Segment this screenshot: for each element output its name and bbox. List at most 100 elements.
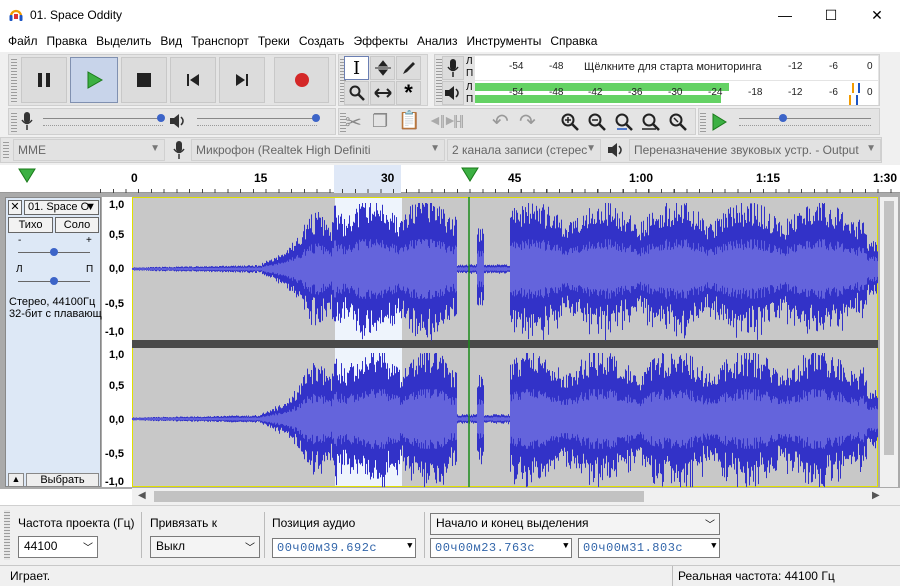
vertical-scrollbar[interactable]: [880, 197, 898, 487]
menu-tools[interactable]: Инструменты: [463, 30, 547, 52]
menu-generate[interactable]: Создать: [295, 30, 350, 52]
play-right-label: П: [466, 94, 474, 105]
menu-select[interactable]: Выделить: [92, 30, 156, 52]
redo-icon[interactable]: ↷: [519, 109, 536, 134]
menu-tracks[interactable]: Треки: [254, 30, 295, 52]
scale-label: 0,0: [109, 414, 125, 426]
playback-device-select[interactable]: Переназначение звуковых устр. - Output ▼: [629, 139, 881, 161]
track-menu-button[interactable]: 01. Space O ▼: [24, 200, 99, 215]
record-tick: -54: [509, 61, 524, 72]
recording-volume-slider[interactable]: [43, 118, 161, 119]
zoom-out-icon[interactable]: [588, 113, 606, 131]
record-meter[interactable]: -54 -48 Щёлкните для старта мониторинга …: [475, 56, 878, 80]
microphone-icon: [21, 112, 33, 130]
play-tick: -30: [668, 87, 683, 98]
menu-edit[interactable]: Правка: [43, 30, 93, 52]
zoom-in-icon[interactable]: [561, 113, 579, 131]
ruler-tick-label: 1:30: [873, 171, 898, 185]
menu-analyze[interactable]: Анализ: [413, 30, 463, 52]
toolbar-grip[interactable]: [3, 140, 9, 160]
play-button[interactable]: [70, 57, 118, 103]
scale-label: 0,0: [109, 263, 125, 275]
copy-icon[interactable]: ❐: [372, 111, 388, 132]
menu-help[interactable]: Справка: [546, 30, 602, 52]
stop-button[interactable]: [121, 57, 167, 103]
close-button[interactable]: ✕: [854, 0, 900, 30]
silence-icon[interactable]: ||-||: [453, 112, 464, 128]
scroll-left-icon[interactable]: ◀: [138, 490, 146, 501]
selection-start-field[interactable]: 00ч00м23.763с ▼: [430, 538, 572, 558]
menu-bar: Файл Правка Выделить Вид Транспорт Треки…: [0, 30, 900, 52]
toolbar-grip[interactable]: [700, 111, 706, 132]
draw-tool[interactable]: [396, 56, 421, 80]
select-track-button[interactable]: Выбрать: [26, 473, 99, 487]
mute-button[interactable]: Тихо: [8, 217, 53, 233]
play-speed-slider[interactable]: [739, 118, 871, 119]
toolbar-grip[interactable]: [11, 57, 17, 103]
fit-project-icon[interactable]: [642, 113, 660, 131]
zoom-tool[interactable]: [344, 81, 369, 105]
slider-ticks: [43, 123, 163, 126]
minimize-icon: —: [778, 7, 792, 23]
toolbar-grip[interactable]: [11, 111, 17, 132]
selection-tool[interactable]: I: [344, 56, 369, 80]
selection-mode-select[interactable]: Начало и конец выделения ﹀: [430, 513, 720, 535]
microphone-icon: [173, 141, 185, 159]
vertical-scale[interactable]: 1,0 0,5 0,0 -0,5 -1,0 1,0 0,5 0,0 -0,5 -…: [102, 197, 132, 488]
playback-volume-slider[interactable]: [197, 118, 315, 119]
scroll-right-icon[interactable]: ▶: [872, 490, 880, 501]
pause-button[interactable]: [21, 57, 67, 103]
playhead-marker-icon[interactable]: [461, 167, 479, 183]
menu-effects[interactable]: Эффекты: [349, 30, 413, 52]
pan-slider-thumb[interactable]: [50, 277, 58, 285]
maximize-button[interactable]: ☐: [808, 0, 854, 30]
recording-volume-thumb[interactable]: [157, 114, 165, 122]
horizontal-scroll-thumb[interactable]: [154, 491, 644, 502]
record-left-label: Л: [466, 56, 473, 67]
fit-selection-icon[interactable]: [615, 113, 633, 131]
envelope-tool[interactable]: [370, 56, 395, 80]
waveform-display[interactable]: [132, 197, 878, 487]
record-button[interactable]: [274, 57, 329, 103]
skip-end-button[interactable]: [219, 57, 265, 103]
timeshift-tool[interactable]: [370, 81, 395, 105]
timeline-ruler[interactable]: 0 15 30 45 1:00 1:15 1:30: [0, 165, 900, 193]
zoom-toggle-icon[interactable]: [669, 113, 687, 131]
vertical-scroll-thumb[interactable]: [884, 201, 894, 455]
snap-to-select[interactable]: Выкл ﹀: [150, 536, 260, 558]
gain-slider-thumb[interactable]: [50, 248, 58, 256]
menu-file[interactable]: Файл: [4, 30, 43, 52]
play-meter-button[interactable]: [442, 81, 464, 105]
track-close-button[interactable]: ✕: [8, 200, 22, 215]
play-speed-thumb[interactable]: [779, 114, 787, 122]
minimize-button[interactable]: —: [762, 0, 808, 30]
multi-tool[interactable]: *: [396, 81, 421, 105]
skip-start-button[interactable]: [170, 57, 216, 103]
play-tick: -36: [628, 87, 643, 98]
horizontal-scrollbar[interactable]: ◀ ▶: [132, 488, 900, 505]
undo-icon[interactable]: ↶: [492, 109, 509, 134]
stop-icon: [137, 73, 151, 87]
menu-view[interactable]: Вид: [156, 30, 187, 52]
close-icon: ✕: [10, 201, 20, 213]
audacity-logo-icon: [9, 9, 23, 21]
pin-play-head-icon[interactable]: [18, 168, 36, 184]
playback-meter[interactable]: -54 -48 -42 -36 -30 -24 -18 -12 -6 0: [475, 81, 878, 105]
recording-channels-select[interactable]: 2 канала записи (стерес ▼: [447, 139, 601, 161]
trim-icon[interactable]: ◄||►: [428, 112, 457, 128]
snap-to-label: Привязать к: [150, 516, 217, 530]
solo-button[interactable]: Соло: [55, 217, 99, 233]
audio-position-field[interactable]: 00ч00м39.692с ▼: [272, 538, 416, 558]
paste-icon[interactable]: 📋: [398, 110, 420, 131]
audio-host-select[interactable]: MME ▼: [13, 139, 165, 161]
play-at-speed-icon[interactable]: [711, 113, 727, 131]
project-rate-select[interactable]: 44100 ﹀: [18, 536, 98, 558]
record-meter-button[interactable]: [442, 56, 464, 80]
collapse-button[interactable]: ▲: [8, 473, 24, 487]
selection-end-field[interactable]: 00ч00м31.803с ▼: [578, 538, 720, 558]
recording-device-select[interactable]: Микрофон (Realtek High Definiti ▼: [191, 139, 445, 161]
playback-volume-thumb[interactable]: [312, 114, 320, 122]
cut-icon[interactable]: ✂: [345, 110, 362, 135]
toolbar-grip[interactable]: [4, 510, 10, 560]
menu-transport[interactable]: Транспорт: [187, 30, 254, 52]
